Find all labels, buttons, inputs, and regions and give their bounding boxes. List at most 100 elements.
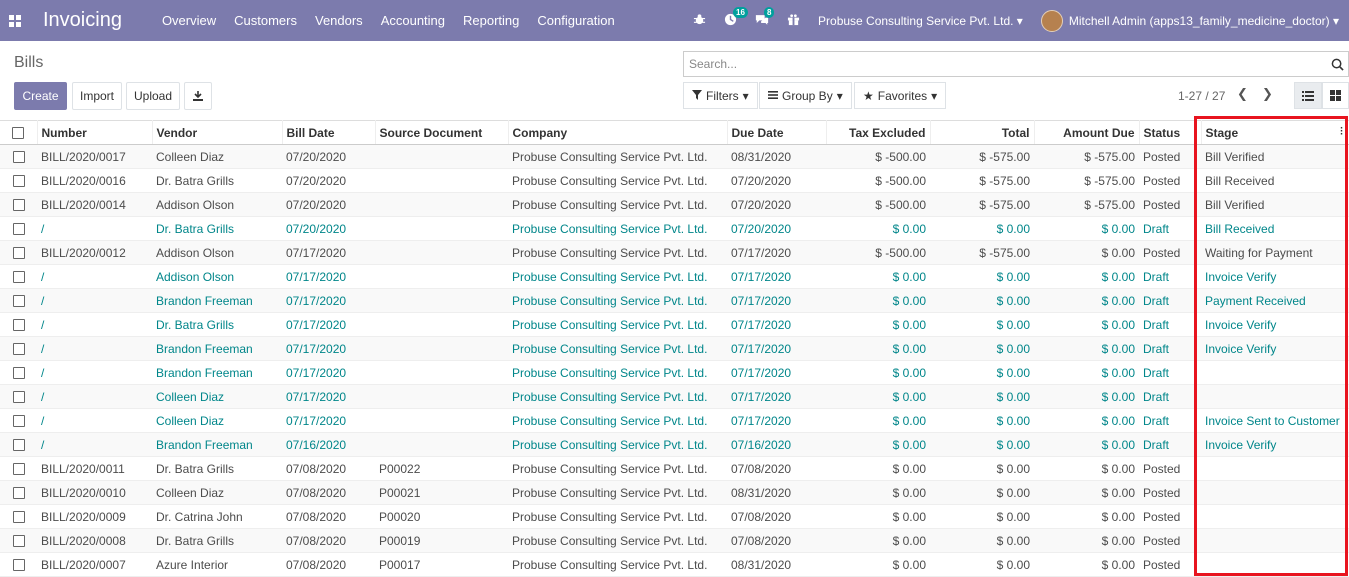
column-header-due-date[interactable]: Due Date <box>727 120 827 145</box>
table-row[interactable]: BILL/2020/0009 Dr. Catrina John 07/08/2020… <box>0 504 1349 529</box>
row-checkbox[interactable] <box>12 391 25 404</box>
column-header-total[interactable]: Total <box>930 120 1035 145</box>
table-row[interactable]: BILL/2020/0016 Dr. Batra Grills 07/20/2020… <box>0 168 1349 193</box>
row-checkbox[interactable] <box>12 559 25 572</box>
table-row[interactable]: / Dr. Batra Grills 07/20/2020 Probuse Consu… <box>0 216 1349 241</box>
row-checkbox[interactable] <box>12 199 25 212</box>
menu-customers[interactable]: Customers <box>234 13 297 28</box>
table-row[interactable]: BILL/2020/0014 Addison Olson 07/20/2020 Pro… <box>0 192 1349 217</box>
row-checkbox-cell[interactable] <box>0 192 37 217</box>
row-checkbox-cell[interactable] <box>0 408 37 433</box>
row-checkbox[interactable] <box>12 151 25 164</box>
gift-icon[interactable] <box>787 13 800 29</box>
user-avatar[interactable] <box>1040 9 1063 32</box>
apps-menu-icon[interactable] <box>0 0 30 41</box>
filters-button[interactable]: Filters ▾ <box>683 82 758 109</box>
row-checkbox[interactable] <box>12 439 25 452</box>
create-button[interactable]: Create <box>14 82 67 110</box>
column-header-tax-excluded[interactable]: Tax Excluded <box>826 120 931 145</box>
column-header-vendor[interactable]: Vendor <box>152 120 283 145</box>
activity-clock-icon[interactable]: 16 <box>724 6 748 29</box>
row-checkbox[interactable] <box>12 463 25 476</box>
column-header-amount-due[interactable]: Amount Due <box>1034 120 1140 145</box>
row-checkbox[interactable] <box>12 415 25 428</box>
row-checkbox[interactable] <box>12 343 25 356</box>
cell-stage: Invoice Verify <box>1201 432 1349 457</box>
menu-vendors[interactable]: Vendors <box>315 13 363 28</box>
column-header-source-document[interactable]: Source Document <box>375 120 509 145</box>
row-checkbox-cell[interactable] <box>0 456 37 481</box>
group-by-button[interactable]: Group By ▾ <box>759 82 852 109</box>
pager-previous-icon[interactable]: ❮ <box>1237 86 1248 102</box>
table-row[interactable]: BILL/2020/0012 Addison Olson 07/17/2020 Pro… <box>0 240 1349 265</box>
table-row[interactable]: / Brandon Freeman 07/16/2020 Probuse Consul… <box>0 432 1349 457</box>
row-checkbox-cell[interactable] <box>0 168 37 193</box>
row-checkbox-cell[interactable] <box>0 216 37 241</box>
table-row[interactable]: BILL/2020/0011 Dr. Batra Grills 07/08/2020… <box>0 456 1349 481</box>
row-checkbox-cell[interactable] <box>0 480 37 505</box>
select-all-checkbox[interactable] <box>12 127 25 140</box>
table-row[interactable]: / Colleen Diaz 07/17/2020 Probuse Consultin… <box>0 384 1349 409</box>
menu-configuration[interactable]: Configuration <box>537 13 614 28</box>
row-checkbox[interactable] <box>12 367 25 380</box>
table-row[interactable]: BILL/2020/0017 Colleen Diaz 07/20/2020 Prob… <box>0 144 1349 169</box>
row-checkbox[interactable] <box>12 247 25 260</box>
upload-button[interactable]: Upload <box>126 82 180 110</box>
table-row[interactable]: / Brandon Freeman 07/17/2020 Probuse Consul… <box>0 336 1349 361</box>
row-checkbox-cell[interactable] <box>0 504 37 529</box>
row-checkbox-cell[interactable] <box>0 384 37 409</box>
row-checkbox[interactable] <box>12 271 25 284</box>
search-input[interactable]: Search... <box>683 51 1349 77</box>
row-checkbox[interactable] <box>12 487 25 500</box>
row-checkbox-cell[interactable] <box>0 312 37 337</box>
row-checkbox[interactable] <box>12 175 25 188</box>
company-switcher[interactable]: Probuse Consulting Service Pvt. Ltd. ▾ <box>818 14 1023 28</box>
table-row[interactable]: / Addison Olson 07/17/2020 Probuse Consulti… <box>0 264 1349 289</box>
table-row[interactable]: / Dr. Batra Grills 07/17/2020 Probuse Consu… <box>0 312 1349 337</box>
app-title[interactable]: Invoicing <box>43 9 122 32</box>
row-checkbox-cell[interactable] <box>0 528 37 553</box>
bug-icon[interactable] <box>693 13 706 29</box>
column-header-number[interactable]: Number <box>37 120 153 145</box>
table-row[interactable]: / Colleen Diaz 07/17/2020 Probuse Consultin… <box>0 408 1349 433</box>
row-checkbox-cell[interactable] <box>0 288 37 313</box>
select-all-checkbox-cell[interactable] <box>0 120 38 145</box>
messages-icon[interactable]: 8 <box>755 6 775 29</box>
row-checkbox[interactable] <box>12 535 25 548</box>
table-row[interactable]: / Brandon Freeman 07/17/2020 Probuse Consul… <box>0 360 1349 385</box>
row-checkbox[interactable] <box>12 223 25 236</box>
pager-next-icon[interactable]: ❯ <box>1262 86 1273 102</box>
optional-columns-icon[interactable]: · · · <box>1340 124 1343 140</box>
row-checkbox-cell[interactable] <box>0 264 37 289</box>
search-icon[interactable] <box>1331 58 1344 71</box>
download-button[interactable] <box>184 82 212 110</box>
menu-reporting[interactable]: Reporting <box>463 13 519 28</box>
table-row[interactable]: BILL/2020/0010 Colleen Diaz 07/08/2020 P000… <box>0 480 1349 505</box>
column-header-stage[interactable]: Stage · · · <box>1201 120 1349 145</box>
kanban-view-button[interactable] <box>1322 82 1349 109</box>
column-header-company[interactable]: Company <box>508 120 728 145</box>
column-header-bill-date[interactable]: Bill Date <box>282 120 376 145</box>
row-checkbox[interactable] <box>12 295 25 308</box>
row-checkbox-cell[interactable] <box>0 336 37 361</box>
kanban-view-icon <box>1330 90 1341 101</box>
row-checkbox-cell[interactable] <box>0 360 37 385</box>
row-checkbox-cell[interactable] <box>0 240 37 265</box>
user-menu[interactable]: Mitchell Admin (apps13_family_medicine_d… <box>1069 14 1339 28</box>
menu-overview[interactable]: Overview <box>162 13 216 28</box>
row-checkbox[interactable] <box>12 511 25 524</box>
table-row[interactable]: BILL/2020/0008 Dr. Batra Grills 07/08/2020… <box>0 528 1349 553</box>
menu-accounting[interactable]: Accounting <box>381 13 445 28</box>
row-checkbox[interactable] <box>12 319 25 332</box>
row-checkbox-cell[interactable] <box>0 144 37 169</box>
row-checkbox-cell[interactable] <box>0 552 37 577</box>
column-header-status[interactable]: Status <box>1139 120 1202 145</box>
pager-value[interactable]: 1-27 / 27 <box>1178 89 1225 103</box>
favorites-button[interactable]: ★ Favorites ▾ <box>854 82 947 109</box>
import-button[interactable]: Import <box>72 82 122 110</box>
list-view-button[interactable] <box>1294 82 1322 109</box>
cell-tax-excluded: $ 0.00 <box>826 552 930 577</box>
table-row[interactable]: / Brandon Freeman 07/17/2020 Probuse Consul… <box>0 288 1349 313</box>
table-row[interactable]: BILL/2020/0007 Azure Interior 07/08/2020 P0… <box>0 552 1349 577</box>
row-checkbox-cell[interactable] <box>0 432 37 457</box>
